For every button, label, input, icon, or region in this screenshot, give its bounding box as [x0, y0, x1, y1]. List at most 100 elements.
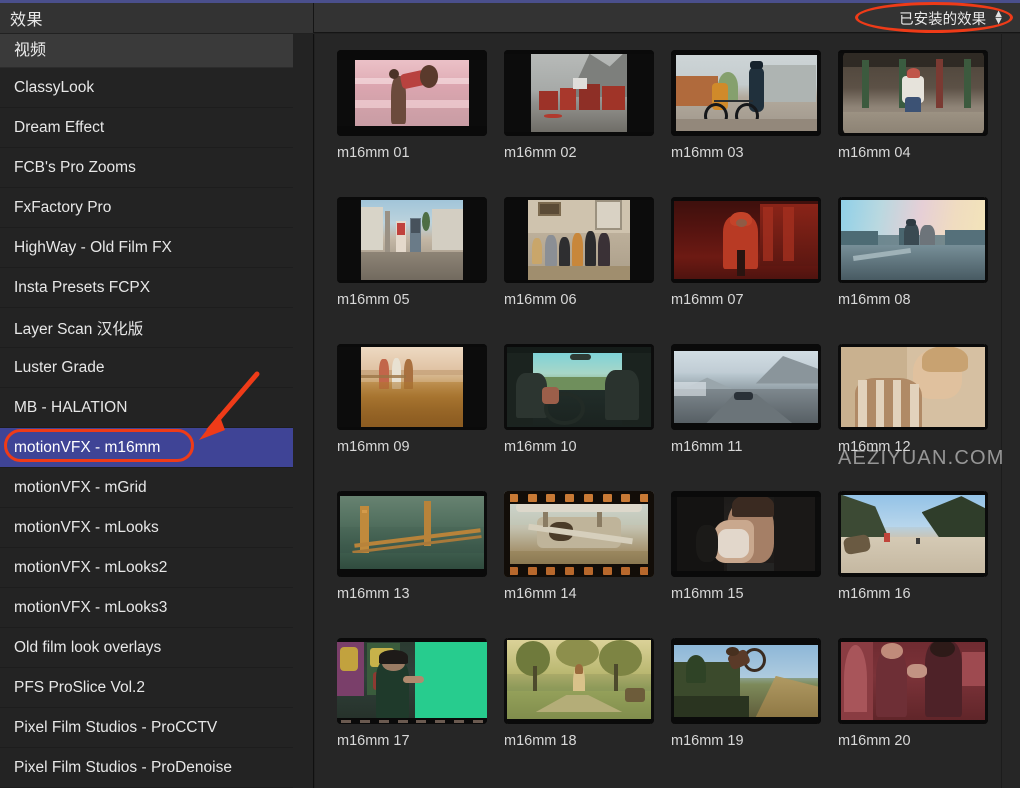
- sidebar-item-label: Dream Effect: [14, 118, 105, 136]
- sidebar-item[interactable]: Pixel Film Studios - ProCCTV: [0, 708, 293, 748]
- effect-item-label: m16mm 19: [671, 733, 744, 749]
- sidebar-item-label: Layer Scan 汉化版: [14, 320, 144, 338]
- effect-grid-item[interactable]: m16mm 09: [337, 344, 504, 491]
- effect-thumbnail-image: [337, 491, 487, 577]
- effect-grid-item[interactable]: m16mm 05: [337, 197, 504, 344]
- effect-thumbnail-image: [337, 50, 487, 136]
- effect-item-label: m16mm 12: [838, 439, 911, 455]
- effect-thumbnail-image: [671, 638, 821, 724]
- effect-item-label: m16mm 03: [671, 145, 744, 161]
- effect-item-label: m16mm 16: [838, 586, 911, 602]
- sidebar-scrollbar-track[interactable]: [296, 34, 313, 788]
- effect-item-label: m16mm 07: [671, 292, 744, 308]
- effect-thumbnail-image: [504, 197, 654, 283]
- effect-item-label: m16mm 17: [337, 733, 410, 749]
- effect-grid-item[interactable]: m16mm 11: [671, 344, 838, 491]
- effect-thumbnail-image: [838, 50, 988, 136]
- effect-grid-item[interactable]: m16mm 03: [671, 50, 838, 197]
- sidebar-item[interactable]: motionVFX - mLooks3: [0, 588, 293, 628]
- effect-thumbnail-image: [504, 638, 654, 724]
- effects-browser-window: 效果 已安装的效果 ▲ ▼ 视频 ClassyLook Dream Effect FC…: [0, 0, 1020, 788]
- effect-item-label: m16mm 18: [504, 733, 577, 749]
- sidebar-item-label: motionVFX - mLooks: [14, 518, 159, 536]
- sidebar-item[interactable]: FxFactory Pro: [0, 188, 293, 228]
- sidebar-item-label: Insta Presets FCPX: [14, 278, 151, 296]
- sidebar-item[interactable]: motionVFX - m16mm: [0, 428, 293, 468]
- sidebar-item[interactable]: Insta Presets FCPX: [0, 268, 293, 308]
- effect-grid-item[interactable]: m16mm 13: [337, 491, 504, 638]
- sidebar-item[interactable]: HighWay - Old Film FX: [0, 228, 293, 268]
- sidebar-item-label: PFS ProSlice Vol.2: [14, 678, 145, 696]
- effect-item-label: m16mm 15: [671, 586, 744, 602]
- sidebar-item[interactable]: Dream Effect: [0, 108, 293, 148]
- effect-item-label: m16mm 06: [504, 292, 577, 308]
- sidebar-item[interactable]: Old film look overlays: [0, 628, 293, 668]
- effects-grid[interactable]: m16mm 01 m16mm 02 m16mm 03 m16mm 04 m16mm 05…: [337, 50, 1001, 785]
- effect-grid-item[interactable]: m16mm 01: [337, 50, 504, 197]
- effect-grid-item[interactable]: m16mm 07: [671, 197, 838, 344]
- effect-grid-item[interactable]: m16mm 19: [671, 638, 838, 785]
- effect-grid-item[interactable]: m16mm 20: [838, 638, 1005, 785]
- effect-thumbnail-image: [337, 344, 487, 430]
- sidebar-item[interactable]: motionVFX - mLooks: [0, 508, 293, 548]
- sidebar-item[interactable]: motionVFX - mLooks2: [0, 548, 293, 588]
- effect-thumbnail-image: [671, 344, 821, 430]
- effect-grid-item[interactable]: m16mm 10: [504, 344, 671, 491]
- sidebar-item-label: motionVFX - mLooks3: [14, 598, 168, 616]
- effect-grid-item[interactable]: m16mm 04: [838, 50, 1005, 197]
- sidebar-item-list[interactable]: ClassyLook Dream Effect FCB's Pro Zooms FxF…: [0, 68, 313, 788]
- effect-item-label: m16mm 02: [504, 145, 577, 161]
- effect-item-label: m16mm 04: [838, 145, 911, 161]
- effect-thumbnail-image: [838, 197, 988, 283]
- effect-grid-item[interactable]: m16mm 18: [504, 638, 671, 785]
- effects-category-sidebar[interactable]: 视频 ClassyLook Dream Effect FCB's Pro Zooms…: [0, 34, 314, 788]
- effect-item-label: m16mm 14: [504, 586, 577, 602]
- effect-item-label: m16mm 11: [671, 439, 743, 455]
- sidebar-item[interactable]: motionVFX - mGrid: [0, 468, 293, 508]
- sidebar-item-label: motionVFX - m16mm: [14, 438, 161, 456]
- sidebar-item[interactable]: Layer Scan 汉化版: [0, 308, 293, 348]
- effect-grid-item[interactable]: m16mm 14: [504, 491, 671, 638]
- effect-item-label: m16mm 13: [337, 586, 410, 602]
- sidebar-item[interactable]: Pixel Film Studios - ProDenoise: [0, 748, 293, 788]
- effect-grid-item[interactable]: m16mm 17: [337, 638, 504, 785]
- effect-thumbnail-image: [671, 197, 821, 283]
- effect-item-label: m16mm 10: [504, 439, 577, 455]
- chevron-up-down-icon: ▲ ▼: [993, 8, 1004, 27]
- effect-thumbnail-image: [337, 638, 487, 724]
- page-title: 效果: [10, 12, 44, 29]
- sidebar-item-label: motionVFX - mLooks2: [14, 558, 168, 576]
- effect-item-label: m16mm 08: [838, 292, 911, 308]
- effect-thumbnail-image: [337, 197, 487, 283]
- effects-thumbnail-scroll-area: m16mm 01 m16mm 02 m16mm 03 m16mm 04 m16mm 05…: [315, 34, 1001, 788]
- sidebar-item-label: HighWay - Old Film FX: [14, 238, 172, 256]
- effect-grid-item[interactable]: m16mm 15: [671, 491, 838, 638]
- sidebar-item-label: MB - HALATION: [14, 398, 128, 416]
- effects-header-right: 已安装的效果 ▲ ▼: [895, 3, 1020, 33]
- effect-thumbnail-image: [504, 50, 654, 136]
- sidebar-item-label: ClassyLook: [14, 78, 95, 96]
- effect-thumbnail-image: [504, 491, 654, 577]
- sidebar-item[interactable]: FCB's Pro Zooms: [0, 148, 293, 188]
- effect-item-label: m16mm 05: [337, 292, 410, 308]
- effect-thumbnail-image: [671, 50, 821, 136]
- installed-effects-dropdown-label: 已安装的效果: [899, 11, 987, 28]
- effect-thumbnail-image: [838, 491, 988, 577]
- sidebar-item[interactable]: Luster Grade: [0, 348, 293, 388]
- effects-header-left: 效果: [0, 3, 314, 33]
- sidebar-item-label: Pixel Film Studios - ProDenoise: [14, 758, 232, 776]
- effect-grid-item[interactable]: m16mm 06: [504, 197, 671, 344]
- effect-item-label: m16mm 01: [337, 145, 410, 161]
- sidebar-item[interactable]: PFS ProSlice Vol.2: [0, 668, 293, 708]
- effect-grid-item[interactable]: m16mm 16: [838, 491, 1005, 638]
- effect-grid-item[interactable]: m16mm 02: [504, 50, 671, 197]
- content-scrollbar-gutter[interactable]: [1001, 34, 1020, 788]
- sidebar-item[interactable]: MB - HALATION: [0, 388, 293, 428]
- effect-grid-item[interactable]: m16mm 08: [838, 197, 1005, 344]
- sidebar-item[interactable]: ClassyLook: [0, 68, 293, 108]
- sidebar-item-label: FCB's Pro Zooms: [14, 158, 136, 176]
- sidebar-item-label: FxFactory Pro: [14, 198, 112, 216]
- installed-effects-dropdown[interactable]: 已安装的效果 ▲ ▼: [895, 6, 1008, 31]
- sidebar-item-label: Old film look overlays: [14, 638, 162, 656]
- effect-grid-item[interactable]: m16mm 12: [838, 344, 1005, 491]
